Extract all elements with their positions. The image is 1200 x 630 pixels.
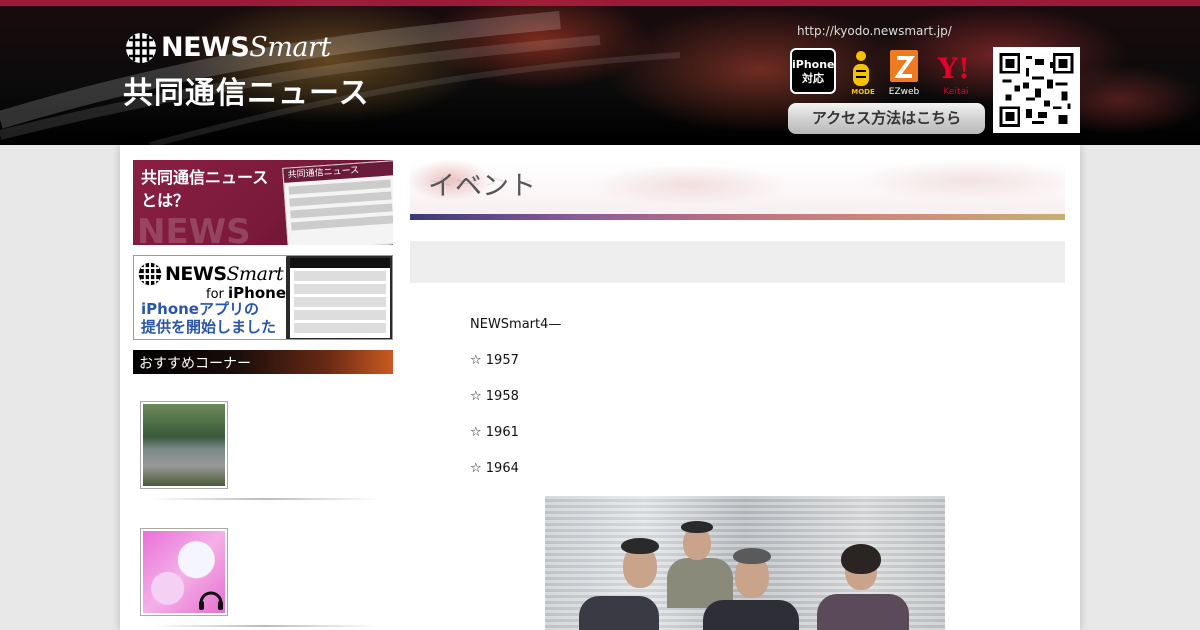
- access-method-button[interactable]: アクセス方法はこちら: [788, 103, 985, 134]
- content-line: ☆ 1958: [470, 389, 519, 404]
- site-header: NEWSSmart 共同通信ニュース http://kyodo.newsmart…: [0, 0, 1200, 145]
- svg-text:Keitai: Keitai: [943, 87, 968, 96]
- banner-screenshot: 共同通信ニュース: [282, 160, 393, 245]
- site-url[interactable]: http://kyodo.newsmart.jp/: [797, 24, 952, 38]
- logo-text: NEWSSmart: [161, 32, 331, 63]
- about-banner[interactable]: NEWS 共同通信ニュース 共同通信ニュース とは？: [133, 160, 393, 245]
- content-line: ☆ 1964: [470, 461, 519, 476]
- garden-thumbnail[interactable]: [140, 401, 228, 489]
- ezweb-icon: EZweb: [889, 50, 920, 96]
- site-subtitle: 共同通信ニュース: [123, 76, 370, 111]
- iphone-app-banner[interactable]: NEWSSmart for iPhone iPhoneアプリの 提供を開始しまし…: [133, 255, 393, 340]
- section-title-reflection: イベント: [428, 174, 536, 188]
- phone-screenshot: [286, 256, 392, 339]
- thumbnail-divider: [150, 625, 380, 627]
- qr-code: [993, 47, 1080, 133]
- iphone-support-badge: iPhone 対応: [790, 48, 836, 94]
- headphones-icon: [199, 591, 223, 610]
- recommended-corner-title: おすすめコーナー: [139, 356, 251, 372]
- music-thumbnail[interactable]: [140, 528, 228, 616]
- globe-icon: [138, 262, 162, 286]
- group-photo: [545, 496, 945, 630]
- globe-icon: [126, 33, 156, 63]
- gray-info-box: [410, 241, 1065, 283]
- content-line: NEWSmart4—: [470, 317, 562, 332]
- thumbnail-divider: [150, 498, 380, 500]
- content-line: ☆ 1957: [470, 353, 519, 368]
- content-line: ☆ 1961: [470, 425, 519, 440]
- svg-text:Y!: Y!: [937, 52, 970, 85]
- site-logo[interactable]: NEWSSmart: [125, 32, 331, 64]
- section-header: イベント イベント: [410, 160, 1065, 220]
- svg-text:MODE: MODE: [851, 88, 875, 96]
- banner-message: iPhoneアプリの 提供を開始しました: [141, 300, 277, 336]
- yahoo-keitai-icon: Y! Keitai: [937, 52, 970, 96]
- recommended-corner-header: おすすめコーナー: [133, 350, 393, 374]
- banner-logo: NEWSSmart: [138, 262, 284, 286]
- svg-text:EZweb: EZweb: [889, 87, 920, 96]
- imode-icon: MODE: [851, 51, 875, 96]
- banner-watermark: NEWS: [137, 212, 251, 245]
- about-banner-text: 共同通信ニュース とは？: [141, 168, 269, 210]
- section-header-bar: [410, 214, 1065, 220]
